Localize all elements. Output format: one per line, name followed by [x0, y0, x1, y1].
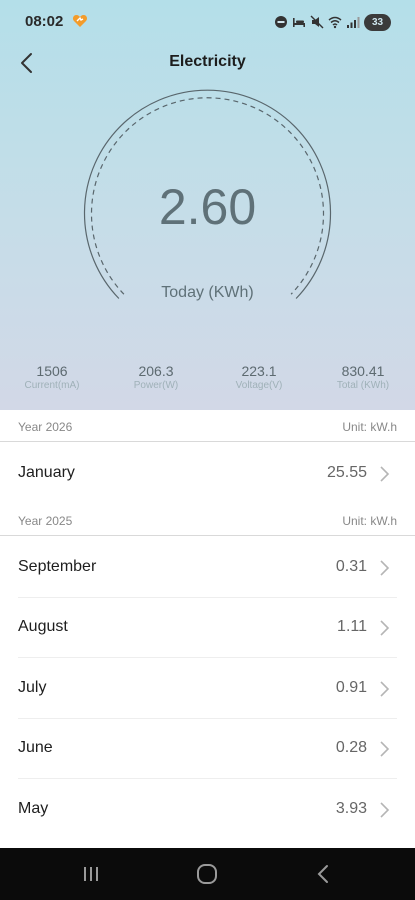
- do-not-disturb-icon: [275, 16, 287, 28]
- status-time: 08:02: [25, 13, 64, 30]
- row-divider: [18, 657, 397, 658]
- section-year: Year 2025: [18, 514, 73, 528]
- wifi-icon: [328, 16, 342, 29]
- row-divider: [18, 778, 397, 779]
- chevron-right-icon: [380, 620, 390, 636]
- section-unit: Unit: kW.h: [342, 420, 397, 434]
- stat-label: Power(W): [133, 380, 179, 391]
- stat-total: 830.41 Total (KWh): [311, 362, 415, 392]
- month-row-january[interactable]: January 25.55: [0, 444, 415, 504]
- recent-apps-icon[interactable]: [78, 862, 104, 886]
- heart-badge-icon: [72, 15, 88, 27]
- stat-label: Voltage(V): [235, 380, 283, 391]
- month-name: August: [18, 618, 68, 635]
- month-row-june[interactable]: June 0.28: [0, 719, 415, 779]
- month-row-august[interactable]: August 1.11: [0, 598, 415, 658]
- section-year: Year 2026: [18, 420, 73, 434]
- stat-value: 223.1: [241, 363, 277, 379]
- stat-current: 1506 Current(mA): [0, 362, 104, 392]
- month-value: 3.93: [335, 800, 367, 817]
- month-value: 25.55: [326, 464, 367, 481]
- bed-icon: [293, 18, 305, 27]
- month-name: July: [18, 679, 47, 696]
- section-unit: Unit: kW.h: [342, 514, 397, 528]
- month-name: May: [18, 800, 49, 817]
- stat-value: 206.3: [138, 363, 174, 379]
- status-bar: 08:02 33: [0, 0, 415, 44]
- month-row-july[interactable]: July 0.91: [0, 659, 415, 719]
- stat-value: 830.41: [341, 363, 385, 379]
- month-value: 0.28: [335, 739, 367, 756]
- month-row-september[interactable]: September 0.31: [0, 538, 415, 598]
- stat-power: 206.3 Power(W): [104, 362, 208, 392]
- chevron-right-icon: [380, 802, 390, 818]
- stat-value: 1506: [36, 363, 68, 379]
- chevron-right-icon: [380, 681, 390, 697]
- month-value: 1.11: [337, 618, 367, 635]
- month-name: January: [18, 464, 75, 481]
- mute-icon: [310, 15, 324, 29]
- back-icon[interactable]: [311, 862, 337, 886]
- page-title: Electricity: [169, 53, 246, 70]
- navigation-bar: [0, 848, 415, 900]
- month-value: 0.31: [335, 558, 367, 575]
- section-header-2026: Year 2026 Unit: kW.h: [0, 410, 415, 442]
- chevron-right-icon: [380, 466, 390, 482]
- stats-row: 1506 Current(mA) 206.3 Power(W) 223.1 Vo…: [0, 362, 415, 398]
- chevron-right-icon: [380, 560, 390, 576]
- month-value: 0.91: [335, 679, 367, 696]
- stat-label: Total (KWh): [336, 380, 390, 391]
- signal-icon: [347, 17, 360, 28]
- home-icon[interactable]: [194, 862, 220, 886]
- section-header-2025: Year 2025 Unit: kW.h: [0, 504, 415, 536]
- hero-panel: 08:02 33 Electricity 2.60 Today (KWh) 15…: [0, 0, 415, 410]
- stat-label: Current(mA): [24, 380, 80, 391]
- today-energy-value: 2.60: [158, 179, 257, 235]
- today-energy-label: Today (KWh): [161, 284, 254, 301]
- month-name: June: [18, 739, 53, 756]
- month-row-may[interactable]: May 3.93: [0, 780, 415, 840]
- stat-voltage: 223.1 Voltage(V): [207, 362, 311, 392]
- battery-icon: 33: [364, 13, 391, 31]
- month-name: September: [18, 558, 97, 575]
- chevron-right-icon: [380, 741, 390, 757]
